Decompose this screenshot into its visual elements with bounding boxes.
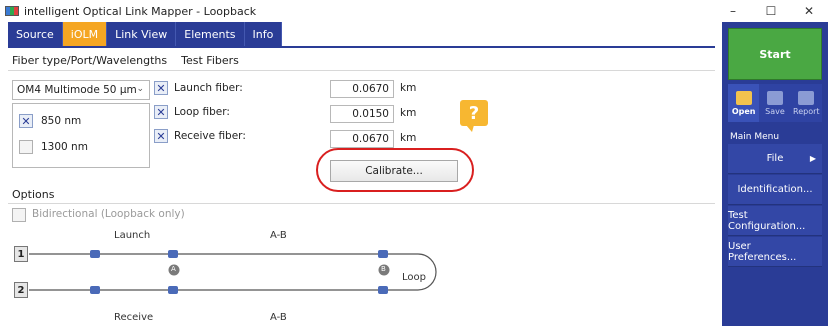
folder-icon	[735, 90, 752, 105]
help-icon[interactable]: ?	[460, 100, 488, 132]
fiber-type-header: Fiber type/Port/Wavelengths	[12, 54, 168, 67]
window-controls: – ☐ ✕	[714, 0, 828, 22]
loop-fiber-checkbox[interactable]: ✕	[154, 105, 168, 119]
bidirectional-label: Bidirectional (Loopback only)	[32, 208, 185, 220]
loop-fiber-unit: km	[400, 107, 417, 119]
report-label: Report	[793, 106, 820, 116]
open-label: Open	[731, 106, 756, 116]
receive-fiber-checkbox[interactable]: ✕	[154, 129, 168, 143]
save-label: Save	[765, 106, 785, 116]
loopback-diagram: 1 2 Launch A-B Receive A-B Loop A B	[8, 228, 715, 326]
chevron-right-icon: ▶	[809, 154, 816, 163]
receive-fiber-label: Receive fiber:	[174, 130, 246, 142]
calibrate-button[interactable]: Calibrate...	[330, 160, 458, 182]
receive-fiber-input[interactable]: 0.0670	[330, 130, 394, 148]
loop-fiber-input[interactable]: 0.0150	[330, 105, 394, 123]
launch-fiber-unit: km	[400, 82, 417, 94]
connector-icons	[90, 250, 388, 294]
point-b-label: B	[381, 265, 386, 273]
connector-icon	[90, 250, 100, 258]
menu-item-test-configuration[interactable]: Test Configuration...	[728, 206, 822, 236]
main-panel: Fiber type/Port/Wavelengths Test Fibers …	[8, 48, 715, 326]
receive-fiber-unit: km	[400, 132, 417, 144]
report-button[interactable]: Report	[791, 84, 822, 122]
tab-source[interactable]: Source	[8, 22, 63, 46]
launch-fiber-input[interactable]: 0.0670	[330, 80, 394, 98]
close-button[interactable]: ✕	[790, 0, 828, 22]
section-headers: Fiber type/Port/Wavelengths Test Fibers	[12, 54, 239, 67]
wavelength-850-checkbox[interactable]: ✕	[19, 114, 33, 128]
test-fibers-header: Test Fibers	[181, 54, 239, 67]
launch-fiber-checkbox[interactable]: ✕	[154, 81, 168, 95]
app-icon	[5, 6, 19, 16]
menu-item-user-preferences[interactable]: User Preferences...	[728, 237, 822, 267]
connector-icon	[168, 286, 178, 294]
loop-path	[388, 253, 437, 291]
menu-item-file[interactable]: File ▶	[728, 144, 822, 174]
point-markers	[168, 264, 390, 276]
tab-link-view[interactable]: Link View	[107, 22, 177, 46]
wavelength-850-label: 850 nm	[41, 115, 82, 127]
save-button[interactable]: Save	[759, 84, 790, 122]
menu-item-file-label: File	[766, 153, 784, 164]
connector-icon	[378, 250, 388, 258]
title-bar: intelligent Optical Link Mapper - Loopba…	[0, 0, 828, 22]
maximize-button[interactable]: ☐	[752, 0, 790, 22]
open-button[interactable]: Open	[728, 84, 760, 122]
save-icon	[766, 90, 783, 105]
minimize-button[interactable]: –	[714, 0, 752, 22]
window-title: intelligent Optical Link Mapper - Loopba…	[24, 4, 257, 18]
fiber-type-select[interactable]: OM4 Multimode 50 µm ⌄	[12, 80, 150, 100]
main-menu-heading: Main Menu	[728, 132, 822, 144]
sidebar: Start Open Save Report Main Menu File ▶ …	[722, 22, 828, 326]
bidirectional-checkbox[interactable]	[12, 208, 26, 222]
divider	[8, 70, 715, 71]
start-button[interactable]: Start	[728, 28, 822, 80]
wavelength-1300-label: 1300 nm	[41, 141, 88, 153]
tab-info[interactable]: Info	[244, 22, 283, 46]
connector-icon	[90, 286, 100, 294]
loop-fiber-label: Loop fiber:	[174, 106, 230, 118]
options-divider	[8, 203, 715, 204]
tab-elements[interactable]: Elements	[176, 22, 245, 46]
main-tabs: Source iOLM Link View Elements Info	[8, 22, 283, 46]
toolbar: Open Save Report	[728, 84, 822, 122]
chevron-down-icon: ⌄	[136, 84, 144, 94]
options-heading: Options	[12, 188, 55, 201]
tab-iolm[interactable]: iOLM	[62, 22, 108, 46]
point-a-label: A	[171, 265, 176, 273]
menu-item-identification[interactable]: Identification...	[728, 175, 822, 205]
connector-icon	[168, 250, 178, 258]
fiber-type-value: OM4 Multimode 50 µm	[17, 84, 137, 96]
diagram-lines	[29, 250, 437, 294]
wavelength-list: ✕ 850 nm 1300 nm	[12, 103, 150, 168]
launch-fiber-label: Launch fiber:	[174, 82, 243, 94]
report-icon	[798, 90, 815, 105]
wavelength-1300-checkbox[interactable]	[19, 140, 33, 154]
connector-icon	[378, 286, 388, 294]
